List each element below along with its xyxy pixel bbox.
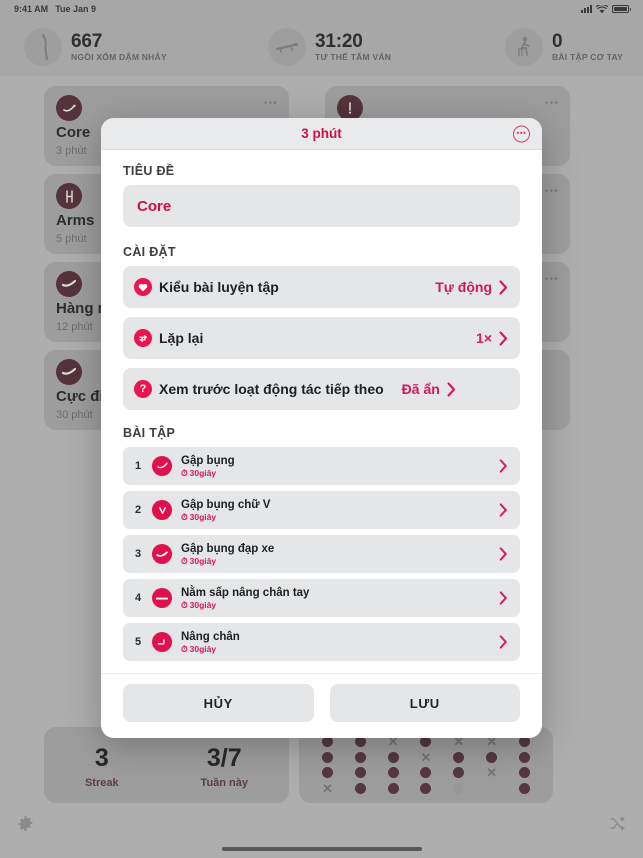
exercise-name: Gập bụng đạp xe (181, 542, 275, 555)
exercise-duration: ⏱ 30giây (181, 601, 309, 610)
app-root: 9:41 AM Tue Jan 9 667 NGỒI XỔM DẬM NHẢY … (0, 0, 643, 858)
chevron-right-icon (499, 279, 508, 295)
superman-icon (152, 588, 172, 608)
exercise-duration-value: 30giây (189, 555, 217, 566)
setting-label: Lặp lại (159, 330, 204, 346)
chevron-right-icon (499, 635, 508, 649)
timer-icon: ⏱ (181, 599, 188, 610)
question-icon: ? (134, 380, 152, 398)
chevron-right-icon (499, 330, 508, 346)
crunch-icon (152, 456, 172, 476)
exercise-duration: ⏱ 30giây (181, 557, 274, 566)
exercise-text: Gập bụng ⏱ 30giây (181, 455, 235, 477)
exercise-text: Gập bụng đạp xe ⏱ 30giây (181, 543, 274, 565)
exercise-number: 1 (134, 460, 142, 472)
exercise-text: Nằm sấp nâng chân tay ⏱ 30giây (181, 587, 309, 609)
dialog-title: 3 phút (301, 126, 342, 141)
dialog-footer: HỦY LƯU (101, 673, 542, 738)
setting-value: Đã ẩn (401, 381, 440, 397)
v-up-icon (152, 500, 172, 520)
timer-icon: ⏱ (181, 511, 188, 522)
exercise-duration-value: 30giây (189, 643, 217, 654)
exercise-duration: ⏱ 30giây (181, 513, 270, 522)
exercise-row[interactable]: 2 Gập bụng chữ V ⏱ 30giây (123, 491, 520, 529)
exercise-number: 4 (134, 592, 142, 604)
setting-row-workout-type[interactable]: Kiểu bài luyện tập Tự động (123, 266, 520, 308)
ellipsis-circle-icon[interactable]: ••• (513, 125, 530, 142)
exercise-row[interactable]: 3 Gập bụng đạp xe ⏱ 30giây (123, 535, 520, 573)
exercise-duration: ⏱ 30giây (181, 469, 235, 478)
timer-icon: ⏱ (181, 643, 188, 654)
workout-title-input[interactable]: Core (123, 185, 520, 227)
setting-row-preview[interactable]: ? Xem trước loạt động tác tiếp theo Đã ẩ… (123, 368, 520, 410)
chevron-right-icon (499, 591, 508, 605)
exercise-duration-value: 30giây (189, 511, 217, 522)
setting-value: Tự động (435, 279, 492, 295)
exercises-section-label: BÀI TẬP (123, 426, 176, 440)
setting-label: Xem trước loạt động tác tiếp theo (159, 381, 384, 397)
exercise-name: Nâng chân (181, 630, 240, 643)
chevron-right-icon (499, 547, 508, 561)
exercise-text: Nâng chân ⏱ 30giây (181, 631, 240, 653)
exercise-row[interactable]: 1 Gập bụng ⏱ 30giây (123, 447, 520, 485)
exercise-number: 5 (134, 636, 142, 648)
question-glyph: ? (139, 382, 147, 395)
exercise-duration-value: 30giây (189, 599, 217, 610)
exercise-duration-value: 30giây (189, 467, 217, 478)
exercise-list: 1 Gập bụng ⏱ 30giây 2 Gập bụng chữ V ⏱ 30giây 3 G… (123, 447, 520, 661)
dialog-header: 3 phút ••• (101, 118, 542, 150)
workout-edit-dialog: 3 phút ••• TIÊU ĐỀ Core CÀI ĐẶT Kiểu bài… (101, 118, 542, 738)
title-section-label: TIÊU ĐỀ (123, 164, 175, 178)
dialog-more-glyph: ••• (516, 128, 527, 138)
timer-icon: ⏱ (181, 467, 188, 478)
dialog-body: TIÊU ĐỀ Core CÀI ĐẶT Kiểu bài luyện tập … (101, 150, 542, 673)
exercise-row[interactable]: 5 Nâng chân ⏱ 30giây (123, 623, 520, 661)
exercise-number: 2 (134, 504, 142, 516)
exercise-name: Gập bụng (181, 454, 235, 467)
chevron-right-icon (499, 503, 508, 517)
setting-value: 1× (476, 330, 492, 346)
chevron-right-icon (499, 459, 508, 473)
exercise-number: 3 (134, 548, 142, 560)
chevron-right-icon (447, 381, 456, 397)
bicycle-crunch-icon (152, 544, 172, 564)
exercise-name: Nằm sấp nâng chân tay (181, 586, 310, 599)
repeat-icon (134, 329, 152, 347)
setting-row-repeat[interactable]: Lặp lại 1× (123, 317, 520, 359)
exercise-name: Gập bụng chữ V (181, 498, 271, 511)
settings-section-label: CÀI ĐẶT (123, 245, 176, 259)
exercise-row[interactable]: 4 Nằm sấp nâng chân tay ⏱ 30giây (123, 579, 520, 617)
cancel-button[interactable]: HỦY (123, 684, 314, 722)
heart-icon (134, 278, 152, 296)
exercise-duration: ⏱ 30giây (181, 645, 240, 654)
leg-raise-icon (152, 632, 172, 652)
exercise-text: Gập bụng chữ V ⏱ 30giây (181, 499, 270, 521)
workout-title-value: Core (137, 197, 172, 215)
setting-label: Kiểu bài luyện tập (159, 279, 279, 295)
save-button[interactable]: LƯU (329, 684, 520, 722)
timer-icon: ⏱ (181, 555, 188, 566)
